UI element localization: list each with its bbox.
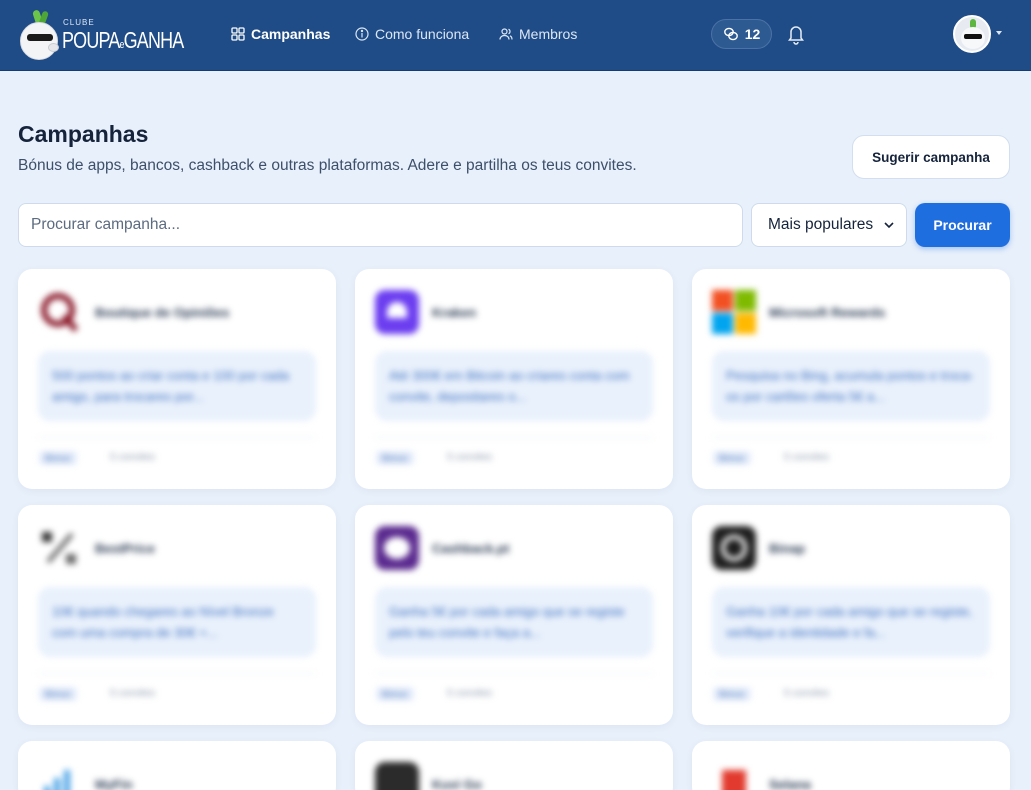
campaign-meta: 5 convites xyxy=(447,688,493,699)
campaign-logo-icon xyxy=(375,290,419,334)
campaign-logo-icon xyxy=(712,526,756,570)
campaign-name: Binap xyxy=(769,541,806,556)
info-icon xyxy=(355,27,369,41)
page-title: Campanhas xyxy=(18,121,149,147)
search-button[interactable]: Procurar xyxy=(915,203,1010,247)
campaign-name: Selana xyxy=(769,777,811,790)
nav-item-campanhas[interactable]: Campanhas xyxy=(231,22,330,46)
campaign-card[interactable]: Microsoft Rewards Pesquisa no Bing, acum… xyxy=(692,269,1010,489)
sort-select[interactable]: Mais populares xyxy=(751,203,907,247)
campaign-tag: Bónus xyxy=(713,451,751,465)
campaign-logo-icon xyxy=(712,762,756,790)
campaign-card[interactable]: Kuvi Go xyxy=(355,741,673,790)
campaign-tag: Bónus xyxy=(376,687,414,701)
campaign-meta: 5 convites xyxy=(784,688,830,699)
users-icon xyxy=(499,28,513,40)
campaign-tag: Bónus xyxy=(376,451,414,465)
chevron-down-icon[interactable] xyxy=(996,31,1002,35)
campaign-card[interactable]: Binap Ganha 10€ por cada amigo que se re… xyxy=(692,505,1010,725)
nav-item-label: Como funciona xyxy=(375,26,470,42)
campaign-meta: 5 convites xyxy=(110,688,156,699)
campaign-description: Até 300€ em Bitcoin ao criares conta com… xyxy=(375,351,653,421)
campaign-card[interactable]: Selana xyxy=(692,741,1010,790)
campaign-logo-icon xyxy=(38,526,82,570)
campaign-name: MyFin xyxy=(95,777,133,790)
campaign-description: 500 pontos ao criar conta e 100 por cada… xyxy=(38,351,316,421)
nav-item-como-funciona[interactable]: Como funciona xyxy=(355,22,469,46)
user-avatar[interactable] xyxy=(953,15,991,53)
campaign-meta: 5 convites xyxy=(110,452,156,463)
campaign-meta: 5 convites xyxy=(447,452,493,463)
chevron-down-icon xyxy=(884,222,894,229)
suggest-campaign-button[interactable]: Sugerir campanha xyxy=(852,135,1010,179)
campaign-name: Kraken xyxy=(432,305,477,320)
campaign-description: 10€ quando chegares ao Nível Bronze com … xyxy=(38,587,316,657)
brand-name: POUPAeGANHA xyxy=(62,27,184,53)
campaign-meta: 5 convites xyxy=(784,452,830,463)
brand-logo[interactable]: CLUBE POUPAeGANHA xyxy=(18,6,184,64)
campaign-tag: Bónus xyxy=(39,687,77,701)
campaign-card[interactable]: Boutique de Opiniões 500 pontos ao criar… xyxy=(18,269,336,489)
top-navbar: CLUBE POUPAeGANHA Campanhas Como funcion… xyxy=(0,0,1031,71)
coins-count: 12 xyxy=(744,26,761,42)
campaign-card[interactable]: MyFin xyxy=(18,741,336,790)
nav-item-membros[interactable]: Membros xyxy=(499,22,577,46)
campaign-tag: Bónus xyxy=(713,687,751,701)
page-subtitle: Bónus de apps, bancos, cashback e outras… xyxy=(18,157,637,174)
campaign-name: BestPrice xyxy=(95,541,155,556)
grid-icon xyxy=(231,27,245,41)
piggy-mascot-icon xyxy=(18,9,62,60)
coins-icon xyxy=(723,27,738,41)
search-input[interactable] xyxy=(18,203,743,247)
campaign-logo-icon xyxy=(375,526,419,570)
campaign-card[interactable]: Cashback.pt Ganha 5€ por cada amigo que … xyxy=(355,505,673,725)
campaign-name: Kuvi Go xyxy=(432,777,482,790)
campaign-logo-icon xyxy=(375,762,419,790)
campaign-tag: Bónus xyxy=(39,451,77,465)
campaign-logo-icon xyxy=(38,290,82,334)
campaign-description: Pesquisa no Bing, acumula pontos e troca… xyxy=(712,351,990,421)
campaign-description: Ganha 10€ por cada amigo que se registe,… xyxy=(712,587,990,657)
sort-selected-value: Mais populares xyxy=(768,216,874,233)
campaign-logo-icon xyxy=(712,290,756,334)
campaign-name: Cashback.pt xyxy=(432,541,510,556)
coins-badge[interactable]: 12 xyxy=(711,19,772,49)
bell-icon[interactable] xyxy=(786,23,806,45)
campaign-description: Ganha 5€ por cada amigo que se registe p… xyxy=(375,587,653,657)
campaign-card[interactable]: Kraken Até 300€ em Bitcoin ao criares co… xyxy=(355,269,673,489)
nav-item-label: Campanhas xyxy=(251,26,331,42)
brand-small-text: CLUBE xyxy=(63,18,95,27)
campaign-card[interactable]: BestPrice 10€ quando chegares ao Nível B… xyxy=(18,505,336,725)
nav-item-label: Membros xyxy=(519,26,578,42)
campaign-logo-icon xyxy=(38,762,82,790)
campaign-name: Boutique de Opiniões xyxy=(95,305,230,320)
campaign-name: Microsoft Rewards xyxy=(769,305,886,320)
